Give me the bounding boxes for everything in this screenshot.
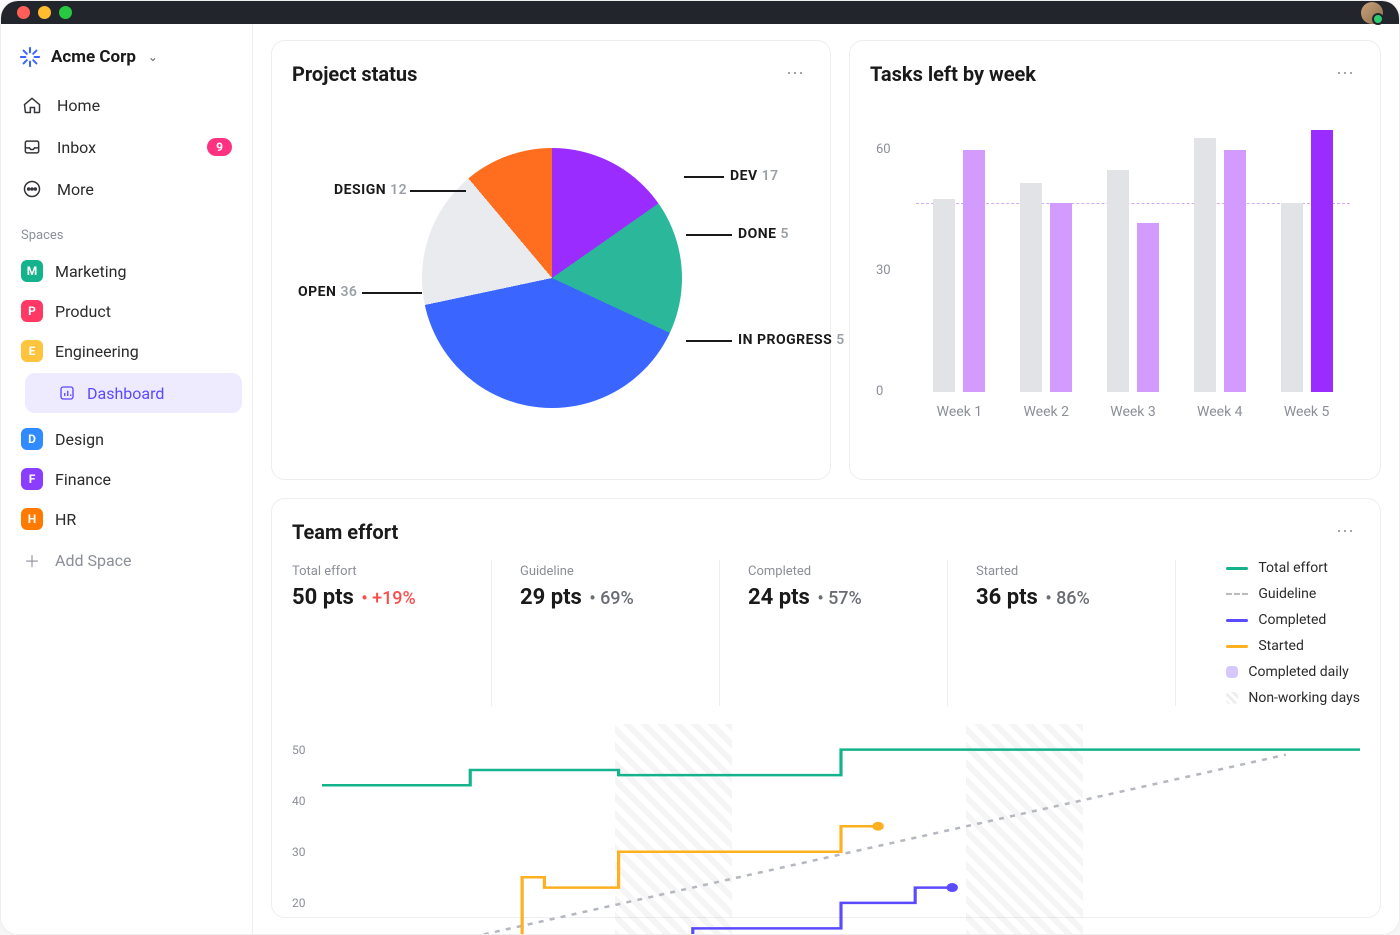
nav-more[interactable]: More <box>11 168 242 210</box>
tasks-left-title: Tasks left by week <box>870 62 1036 86</box>
legend-guideline: Guideline <box>1226 586 1360 602</box>
traffic-lights <box>17 6 72 19</box>
metric-total-effort: Total effort 50 pts • +19% <box>292 560 492 706</box>
space-item-finance[interactable]: F Finance <box>11 459 242 499</box>
space-item-engineering[interactable]: E Engineering <box>11 331 242 371</box>
project-status-chart: DEV17 DONE5 IN PROGRESS5 OPEN36 DESIGN12 <box>292 88 810 448</box>
x-tick-label: Week 1 <box>923 404 995 420</box>
x-tick-label: Week 3 <box>1097 404 1169 420</box>
main-content: Project status ⋯ DEV17 DONE5 <box>253 24 1399 934</box>
plus-icon: ＋ <box>21 549 43 571</box>
project-status-more-button[interactable]: ⋯ <box>782 59 810 88</box>
nav-inbox[interactable]: Inbox 9 <box>11 126 242 168</box>
y-tick-label: 40 <box>292 794 306 808</box>
space-label: Engineering <box>55 342 139 361</box>
home-icon <box>21 94 43 116</box>
x-tick-label: Week 5 <box>1271 404 1343 420</box>
team-effort-legend: Total effort Guideline Completed Started… <box>1206 560 1360 706</box>
tasks-left-chart: 0 30 60 Week 1 Week 2 Week 3 Week 4 Week 5 <box>870 88 1360 448</box>
space-label: Marketing <box>55 262 126 281</box>
metric-label: Guideline <box>520 564 691 579</box>
pie-label-design: DESIGN12 <box>334 182 407 198</box>
engineering-dashboard-item[interactable]: Dashboard <box>25 373 242 413</box>
space-label: Product <box>55 302 111 321</box>
legend-total-effort: Total effort <box>1226 560 1360 576</box>
metric-label: Started <box>976 564 1147 579</box>
workspace-switcher[interactable]: Acme Corp ⌄ <box>11 36 242 84</box>
add-space-label: Add Space <box>55 551 132 570</box>
maximize-window-icon[interactable] <box>59 6 72 19</box>
nav-inbox-label: Inbox <box>57 138 96 157</box>
pie-label-inprogress: IN PROGRESS5 <box>738 332 845 348</box>
spaces-section-label: Spaces <box>11 210 242 251</box>
user-avatar[interactable] <box>1361 2 1383 24</box>
space-badge-icon: D <box>21 428 43 450</box>
space-item-hr[interactable]: H HR <box>11 499 242 539</box>
pie-chart <box>422 148 682 408</box>
space-badge-icon: P <box>21 300 43 322</box>
team-effort-chart: 20 30 40 50 <box>292 724 1360 934</box>
space-label: Design <box>55 430 104 449</box>
nav-more-label: More <box>57 180 94 199</box>
chevron-down-icon: ⌄ <box>148 50 158 64</box>
legend-completed: Completed <box>1226 612 1360 628</box>
tasks-left-more-button[interactable]: ⋯ <box>1332 59 1360 88</box>
legend-completed-daily: Completed daily <box>1226 664 1360 680</box>
y-tick-label: 60 <box>876 142 891 157</box>
pie-label-open: OPEN36 <box>298 284 357 300</box>
workspace-name: Acme Corp <box>51 47 136 67</box>
inbox-badge: 9 <box>207 138 232 156</box>
team-effort-title: Team effort <box>292 520 398 544</box>
legend-non-working-days: Non-working days <box>1226 690 1360 706</box>
space-label: HR <box>55 510 76 529</box>
space-item-product[interactable]: P Product <box>11 291 242 331</box>
y-tick-label: 50 <box>292 743 306 757</box>
window-titlebar <box>1 1 1399 24</box>
metric-started: Started 36 pts • 86% <box>976 560 1176 706</box>
add-space-button[interactable]: ＋ Add Space <box>11 539 242 581</box>
y-tick-label: 30 <box>292 845 306 859</box>
pie-label-dev: DEV17 <box>730 168 779 184</box>
metric-completed: Completed 24 pts • 57% <box>748 560 948 706</box>
pie-label-done: DONE5 <box>738 226 789 242</box>
metric-guideline: Guideline 29 pts • 69% <box>520 560 720 706</box>
nav-home-label: Home <box>57 96 100 115</box>
close-window-icon[interactable] <box>17 6 30 19</box>
metric-value: 36 pts • 86% <box>976 585 1147 610</box>
space-badge-icon: F <box>21 468 43 490</box>
metric-value: 29 pts • 69% <box>520 585 691 610</box>
y-tick-label: 0 <box>876 384 883 399</box>
tasks-left-card: Tasks left by week ⋯ 0 30 60 Week 1 Week 2 We… <box>849 40 1381 480</box>
metric-label: Total effort <box>292 564 463 579</box>
dashboard-icon <box>57 383 77 403</box>
x-tick-label: Week 4 <box>1184 404 1256 420</box>
space-badge-icon: E <box>21 340 43 362</box>
sidebar: Acme Corp ⌄ Home Inbox 9 More Spaces M Ma… <box>1 24 253 934</box>
space-label: Finance <box>55 470 111 489</box>
nav-home[interactable]: Home <box>11 84 242 126</box>
metric-label: Completed <box>748 564 919 579</box>
metric-value: 24 pts • 57% <box>748 585 919 610</box>
legend-started: Started <box>1226 638 1360 654</box>
team-effort-card: Team effort ⋯ Total effort 50 pts • +19% G… <box>271 498 1381 918</box>
y-tick-label: 30 <box>876 263 891 278</box>
space-badge-icon: H <box>21 508 43 530</box>
space-badge-icon: M <box>21 260 43 282</box>
space-item-marketing[interactable]: M Marketing <box>11 251 242 291</box>
space-item-design[interactable]: D Design <box>11 419 242 459</box>
dashboard-label: Dashboard <box>87 384 164 403</box>
inbox-icon <box>21 136 43 158</box>
project-status-card: Project status ⋯ DEV17 DONE5 <box>271 40 831 480</box>
minimize-window-icon[interactable] <box>38 6 51 19</box>
workspace-logo-icon <box>19 46 41 68</box>
y-tick-label: 20 <box>292 896 306 910</box>
project-status-title: Project status <box>292 62 417 86</box>
team-effort-more-button[interactable]: ⋯ <box>1332 517 1360 546</box>
x-tick-label: Week 2 <box>1010 404 1082 420</box>
metric-value: 50 pts • +19% <box>292 585 463 610</box>
more-icon <box>21 178 43 200</box>
